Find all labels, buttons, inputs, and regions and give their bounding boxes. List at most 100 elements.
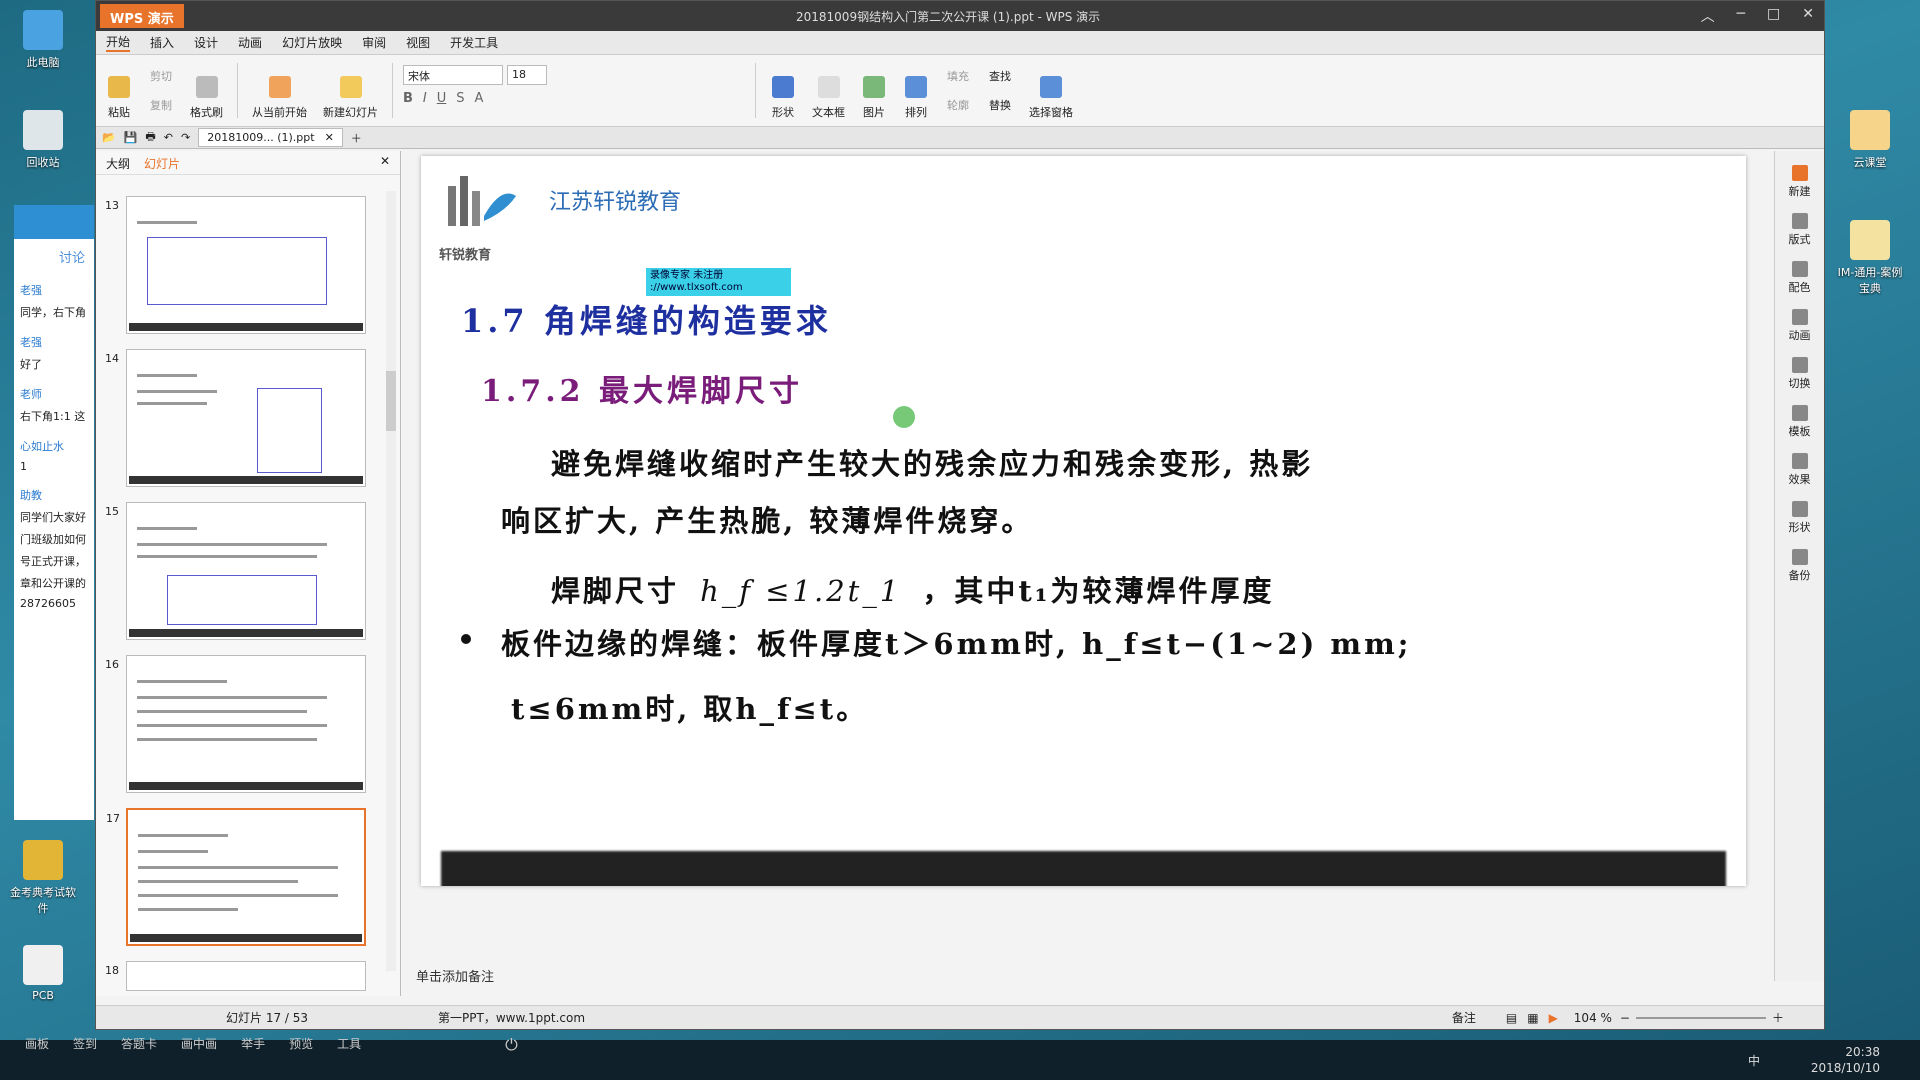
menu-home[interactable]: 开始 [106, 33, 131, 52]
textbox-button[interactable]: 文本框 [808, 59, 849, 122]
from-current-button[interactable]: 从当前开始 [248, 59, 311, 122]
fill-button[interactable]: 填充 [947, 68, 969, 84]
menu-slideshow[interactable]: 幻灯片放映 [282, 34, 342, 51]
menu-developer[interactable]: 开发工具 [450, 34, 498, 51]
close-tab-icon[interactable]: ✕ [325, 131, 334, 144]
bullet-dot [461, 634, 471, 644]
find-button[interactable]: 查找 [989, 68, 1011, 84]
wps-app-menu-button[interactable]: WPS 演示 [100, 4, 184, 28]
slide-thumbnail[interactable]: 18 [105, 961, 366, 991]
pane-animation[interactable]: 动画 [1775, 309, 1824, 343]
document-tab[interactable]: 20181009... (1).ppt ✕ [198, 128, 343, 147]
notes-placeholder[interactable]: 单击添加备注 [416, 966, 494, 985]
tool-raise-hand[interactable]: 举手 [241, 1035, 265, 1055]
zoom-slider[interactable] [1635, 1016, 1766, 1019]
replace-button[interactable]: 替换 [989, 97, 1011, 113]
slide-thumbnail[interactable]: 15 [105, 502, 366, 640]
new-slide-button[interactable]: 新建幻灯片 [319, 59, 382, 122]
this-pc-icon[interactable]: 此电脑 [8, 10, 78, 70]
system-clock[interactable]: 20:38 2018/10/10 [1811, 1044, 1880, 1076]
redo-icon[interactable]: ↷ [181, 131, 190, 144]
font-size-select[interactable]: 18 [507, 65, 547, 85]
zoom-out-icon[interactable]: − [1620, 1011, 1630, 1025]
paste-button[interactable]: 粘贴 [102, 59, 136, 122]
slide-thumbnail[interactable]: 13 [105, 196, 366, 334]
add-tab-icon[interactable]: ＋ [351, 130, 362, 146]
outline-button[interactable]: 轮廓 [947, 97, 969, 113]
menu-view[interactable]: 视图 [406, 34, 430, 51]
pane-color[interactable]: 配色 [1775, 261, 1824, 295]
tab-slides[interactable]: 幻灯片 [144, 155, 180, 171]
slide-thumbnail-selected[interactable]: 17 [106, 808, 366, 946]
print-icon[interactable]: 🖶 [145, 128, 155, 147]
window-title: 20181009钢结构入门第二次公开课 (1).ppt - WPS 演示 [796, 9, 1101, 24]
animation-icon [1791, 309, 1808, 325]
slide-thumbnail[interactable]: 16 [105, 655, 366, 793]
cut-button[interactable]: 剪切 [150, 68, 172, 84]
picture-button[interactable]: 图片 [857, 59, 891, 122]
zoom-level[interactable]: 104 % [1574, 1011, 1612, 1025]
pcb-icon[interactable]: PCB [8, 945, 78, 1002]
ime-indicator[interactable]: 中 [1748, 1052, 1760, 1069]
pane-transition[interactable]: 切换 [1775, 357, 1824, 391]
strike-icon[interactable]: S [456, 91, 464, 106]
pane-layout[interactable]: 版式 [1775, 213, 1824, 247]
menu-insert[interactable]: 插入 [150, 34, 174, 51]
close-icon[interactable]: ✕ [1802, 6, 1814, 26]
shape-button[interactable]: 形状 [766, 59, 800, 122]
menu-design[interactable]: 设计 [194, 34, 218, 51]
tool-preview[interactable]: 预览 [289, 1035, 313, 1055]
undo-icon[interactable]: ↶ [164, 131, 173, 144]
exam-software-icon[interactable]: 金考典考试软件 [8, 840, 78, 916]
pane-label: 版式 [1788, 233, 1811, 246]
tool-pip[interactable]: 画中画 [181, 1035, 217, 1055]
normal-view-icon[interactable]: ▤ [1506, 1011, 1517, 1025]
pane-new[interactable]: 新建 [1775, 165, 1824, 199]
menu-review[interactable]: 审阅 [362, 34, 386, 51]
pane-effect[interactable]: 效果 [1775, 453, 1824, 487]
format-painter-button[interactable]: 格式刷 [186, 59, 227, 122]
slideshow-icon[interactable]: ▶ [1549, 1011, 1558, 1025]
tool-answer-card[interactable]: 答题卡 [121, 1035, 157, 1055]
open-icon[interactable]: 📂 [102, 131, 116, 144]
case-book-icon[interactable]: IM-通用-案例宝典 [1835, 220, 1905, 296]
notes-toggle[interactable]: 备注 [1452, 1009, 1476, 1026]
sorter-view-icon[interactable]: ▦ [1527, 1011, 1538, 1025]
thumbnail-scrollbar[interactable] [386, 191, 396, 971]
arrange-button[interactable]: 排列 [899, 59, 933, 122]
cloud-class-icon[interactable]: 云课堂 [1835, 110, 1905, 170]
italic-icon[interactable]: I [423, 91, 427, 106]
recycle-bin-icon[interactable]: 回收站 [8, 110, 78, 170]
tool-board[interactable]: 画板 [25, 1035, 49, 1055]
tool-checkin[interactable]: 签到 [73, 1035, 97, 1055]
slide-thumbnail[interactable]: 14 [105, 349, 366, 487]
slide-counter: 幻灯片 17 / 53 [226, 1011, 309, 1025]
bold-icon[interactable]: B [403, 91, 413, 106]
collapse-icon[interactable]: ︿ [1701, 6, 1715, 26]
tool-tools[interactable]: 工具 [337, 1035, 361, 1055]
tab-outline[interactable]: 大纲 [106, 155, 130, 171]
selection-pane-button[interactable]: 选择窗格 [1025, 59, 1077, 122]
copy-button[interactable]: 复制 [150, 97, 172, 113]
chat-message: 老强 [14, 331, 94, 353]
menu-animation[interactable]: 动画 [238, 34, 262, 51]
font-color-icon[interactable]: A [475, 91, 484, 106]
formula-prefix: 焊脚尺寸 [551, 574, 680, 608]
close-panel-icon[interactable]: ✕ [380, 154, 390, 168]
chat-sender: 心如止水 [20, 440, 64, 453]
maximize-icon[interactable]: □ [1767, 6, 1780, 26]
formula: h_f ≤1.2t_1 [700, 574, 902, 608]
underline-icon[interactable]: U [437, 91, 447, 106]
power-icon[interactable]: ⏻ [505, 1035, 518, 1055]
save-icon[interactable]: 💾 [124, 131, 138, 144]
zoom-in-icon[interactable]: ＋ [1772, 1009, 1784, 1026]
font-name-select[interactable]: 宋体 [403, 65, 503, 85]
slide-canvas[interactable]: 轩锐教育 江苏轩锐教育 录像专家 未注册 ://www.tlxsoft.com … [421, 156, 1746, 886]
pane-backup[interactable]: 备份 [1775, 549, 1824, 583]
chat-tab-discuss[interactable]: 讨论 [14, 239, 94, 279]
pane-label: 配色 [1788, 281, 1811, 294]
minimize-icon[interactable]: ─ [1737, 6, 1745, 26]
pane-label: 备份 [1788, 569, 1811, 582]
pane-shape[interactable]: 形状 [1775, 501, 1824, 535]
pane-template[interactable]: 模板 [1775, 405, 1824, 439]
